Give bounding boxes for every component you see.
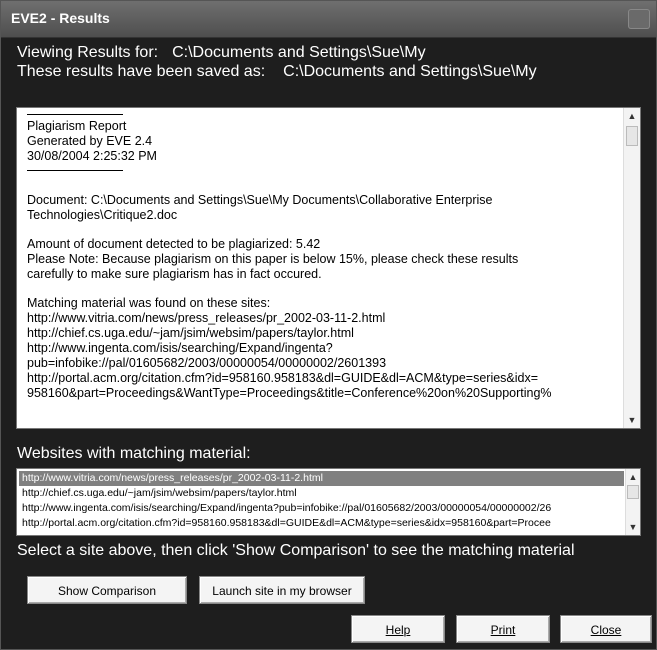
report-content: Plagiarism Report Generated by EVE 2.4 3… xyxy=(27,108,617,401)
report-amount: Amount of document detected to be plagia… xyxy=(27,237,321,251)
report-site: http://portal.acm.org/citation.cfm?id=95… xyxy=(27,371,539,385)
title-bar: EVE2 - Results xyxy=(1,1,656,38)
scroll-down-icon[interactable]: ▼ xyxy=(627,521,639,533)
scroll-thumb[interactable] xyxy=(626,126,638,146)
websites-label: Websites with matching material: xyxy=(17,445,251,462)
report-site: http://chief.cs.uga.edu/~jam/jsim/websim… xyxy=(27,326,354,340)
scroll-thumb[interactable] xyxy=(627,485,639,499)
report-textbox[interactable]: Plagiarism Report Generated by EVE 2.4 3… xyxy=(16,107,641,429)
viewing-label: Viewing Results for: xyxy=(17,44,159,61)
report-document-line1: Document: C:\Documents and Settings\Sue\… xyxy=(27,193,493,207)
report-site: 958160&part=Proceedings&WantType=Proceed… xyxy=(27,386,552,400)
report-scrollbar[interactable]: ▲ ▼ xyxy=(623,108,640,428)
close-button[interactable]: Close xyxy=(560,615,652,643)
report-note-line1: Please Note: Because plagiarism on this … xyxy=(27,252,519,266)
viewing-value: C:\Documents and Settings\Sue\My xyxy=(172,44,426,61)
launch-site-button[interactable]: Launch site in my browser xyxy=(199,576,365,604)
scroll-up-icon[interactable]: ▲ xyxy=(626,110,638,122)
report-title: Plagiarism Report xyxy=(27,119,127,133)
scroll-down-icon[interactable]: ▼ xyxy=(626,414,638,426)
saved-as-line: These results have been saved as: C:\Docu… xyxy=(17,63,537,81)
list-item[interactable]: http://portal.acm.org/citation.cfm?id=95… xyxy=(19,516,624,531)
show-comparison-button[interactable]: Show Comparison xyxy=(27,576,187,604)
report-matching-header: Matching material was found on these sit… xyxy=(27,296,271,310)
instruction-text: Select a site above, then click 'Show Co… xyxy=(17,542,575,559)
report-datetime: 30/08/2004 2:25:32 PM xyxy=(27,149,157,163)
divider xyxy=(27,170,123,171)
list-item[interactable]: http://www.ingenta.com/isis/searching/Ex… xyxy=(19,501,624,516)
divider xyxy=(27,114,123,115)
sites-scrollbar[interactable]: ▲ ▼ xyxy=(625,469,640,535)
help-label: Help xyxy=(385,623,411,637)
report-document-line2: Technologies\Critique2.doc xyxy=(27,208,178,222)
report-site: pub=infobike://pal/01605682/2003/0000005… xyxy=(27,356,387,370)
saved-value: C:\Documents and Settings\Sue\My xyxy=(283,63,537,80)
results-window: EVE2 - Results Viewing Results for: C:\Do… xyxy=(0,0,657,650)
list-item[interactable]: http://chief.cs.uga.edu/~jam/jsim/websim… xyxy=(19,486,624,501)
help-button[interactable]: Help xyxy=(351,615,445,643)
scroll-up-icon[interactable]: ▲ xyxy=(627,471,639,483)
report-note-line2: carefully to make sure plagiarism has in… xyxy=(27,267,322,281)
window-title: EVE2 - Results xyxy=(11,10,110,26)
close-label: Close xyxy=(590,623,622,637)
print-button[interactable]: Print xyxy=(456,615,550,643)
report-site: http://www.ingenta.com/isis/searching/Ex… xyxy=(27,341,333,355)
report-generated: Generated by EVE 2.4 xyxy=(27,134,153,148)
list-item[interactable]: http://www.vitria.com/news/press_release… xyxy=(19,471,624,486)
websites-listbox[interactable]: http://www.vitria.com/news/press_release… xyxy=(16,468,641,536)
viewing-results-line: Viewing Results for: C:\Documents and Set… xyxy=(17,44,426,62)
window-control-button[interactable] xyxy=(628,9,650,29)
report-site: http://www.vitria.com/news/press_release… xyxy=(27,311,386,325)
print-label: Print xyxy=(490,623,516,637)
saved-label: These results have been saved as: xyxy=(17,63,266,80)
